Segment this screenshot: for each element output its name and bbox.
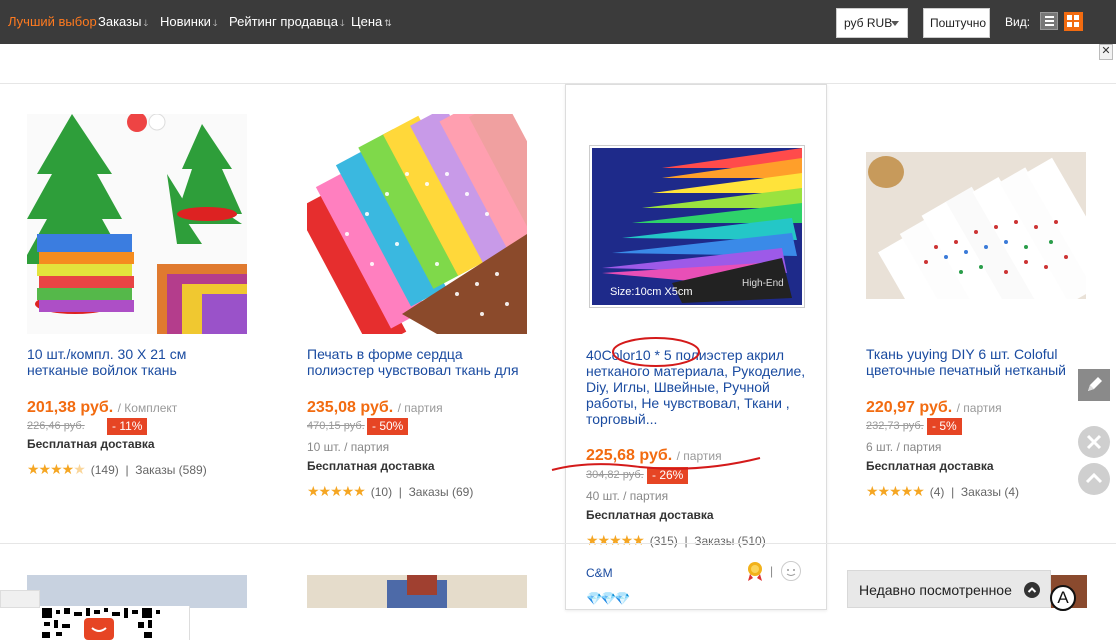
- price-value: 201,38 руб.: [27, 399, 114, 416]
- review-count[interactable]: (315): [650, 534, 678, 548]
- product-price: 235,08 руб. / партия: [307, 399, 443, 417]
- medal-icon: [746, 561, 764, 581]
- sort-orders[interactable]: Заказы 🡓: [98, 14, 148, 32]
- close-icon[interactable]: ✕: [1099, 44, 1113, 60]
- old-price: 232,73 руб.: [866, 420, 924, 432]
- rating: ★★★★★ (315) | Заказы (510): [586, 532, 766, 548]
- sort-bar: Лучший выбор Заказы 🡓 Новинки 🡓 Рейтинг пр…: [0, 0, 1116, 44]
- divider: [0, 543, 1116, 544]
- product-price: 220,97 руб. / партия: [866, 399, 1002, 417]
- scroll-top-button[interactable]: [1078, 463, 1110, 495]
- lot-size: 6 шт. / партия: [866, 440, 942, 454]
- chevron-up-icon: [1085, 472, 1103, 484]
- rating: ★★★★★ (4) | Заказы (4): [866, 483, 1019, 499]
- product-image[interactable]: [27, 575, 247, 608]
- recently-viewed-bar[interactable]: Недавно посмотренное: [847, 570, 1051, 608]
- pencil-icon: [1088, 377, 1102, 391]
- free-shipping: Бесплатная доставка: [27, 437, 155, 451]
- smiley-icon[interactable]: [781, 561, 801, 581]
- discount-badge: - 11%: [107, 418, 148, 435]
- circled-letter: A: [1050, 585, 1076, 611]
- image-brand: High-End: [742, 278, 784, 289]
- image-caption: Size:10cm X5cm: [610, 286, 693, 298]
- qr-code[interactable]: [40, 606, 190, 640]
- product-image[interactable]: [307, 114, 527, 334]
- sort-newest-label: Новинки: [160, 14, 211, 29]
- sort-newest[interactable]: Новинки 🡓: [160, 14, 218, 32]
- star-icon: ★★★★★: [586, 532, 645, 548]
- seller-name[interactable]: C&M: [586, 566, 613, 580]
- star-icon: ★★★★★: [866, 483, 925, 499]
- product-image[interactable]: [307, 575, 527, 608]
- caret-down-icon: [891, 21, 899, 26]
- free-shipping: Бесплатная доставка: [586, 508, 714, 522]
- feedback-button[interactable]: [1078, 369, 1110, 401]
- product-card[interactable]: 10 шт./компл. 30 X 21 см нетканые войлок…: [20, 84, 282, 544]
- recently-viewed-label: Недавно посмотренное: [859, 582, 1012, 598]
- per-piece-toggle[interactable]: Поштучно: [923, 8, 990, 38]
- old-price: 470,15 руб.: [307, 420, 365, 432]
- product-title[interactable]: Печать в форме сердца полиэстер чувствов…: [307, 346, 529, 378]
- chevron-up-icon[interactable]: [1024, 582, 1040, 598]
- app-promo-tab[interactable]: [0, 590, 40, 608]
- currency-value: руб RUB: [844, 16, 893, 30]
- discount-badge: - 50%: [367, 418, 409, 435]
- sort-price[interactable]: Цена ⇅: [351, 14, 392, 29]
- sort-seller-rating[interactable]: Рейтинг продавца 🡓: [229, 14, 345, 32]
- discount-badge: - 5%: [927, 418, 962, 435]
- sort-updown-icon: ⇅: [384, 18, 392, 28]
- close-icon[interactable]: [1078, 426, 1110, 458]
- sort-orders-label: Заказы: [98, 14, 142, 29]
- rating: ★★★★★ (10) | Заказы (69): [307, 483, 474, 499]
- sort-price-label: Цена: [351, 14, 383, 29]
- price-value: 235,08 руб.: [307, 399, 394, 416]
- product-image[interactable]: [866, 152, 1086, 299]
- product-title[interactable]: Ткань yuying DIY 6 шт. Coloful цветочные…: [866, 346, 1088, 378]
- sort-best-match[interactable]: Лучший выбор: [8, 14, 97, 29]
- lot-size: 10 шт. / партия: [307, 440, 390, 454]
- currency-select[interactable]: руб RUB: [836, 8, 908, 38]
- lot-size: 40 шт. / партия: [586, 489, 669, 503]
- separator: |: [770, 564, 774, 578]
- order-count[interactable]: Заказы (4): [961, 485, 1019, 499]
- order-count[interactable]: Заказы (589): [135, 463, 206, 477]
- arrow-down-icon: 🡓: [143, 18, 149, 28]
- review-count[interactable]: (149): [91, 463, 119, 477]
- annotation-marks: [551, 337, 761, 471]
- arrow-down-icon: 🡓: [212, 18, 218, 28]
- sort-seller-rating-label: Рейтинг продавца: [229, 14, 338, 29]
- review-count[interactable]: (10): [371, 485, 392, 499]
- product-card[interactable]: Печать в форме сердца полиэстер чувствов…: [300, 84, 562, 544]
- product-title[interactable]: 10 шт./компл. 30 X 21 см нетканые войлок…: [27, 346, 247, 378]
- rating: ★★★★★ (149) | Заказы (589): [27, 461, 207, 477]
- arrow-down-icon: 🡓: [339, 18, 345, 28]
- product-price: 201,38 руб. / Комплект: [27, 399, 177, 417]
- star-icon: ★★★★★: [307, 483, 366, 499]
- stars-full: ★★★★: [27, 461, 74, 477]
- order-count[interactable]: Заказы (510): [694, 534, 765, 548]
- grid-view-icon[interactable]: [1064, 12, 1083, 31]
- free-shipping: Бесплатная доставка: [866, 459, 994, 473]
- price-unit: / партия: [397, 401, 443, 415]
- review-count[interactable]: (4): [930, 485, 945, 499]
- star-icon: ★★★★★: [27, 461, 86, 477]
- list-view-icon[interactable]: [1040, 12, 1058, 30]
- view-label: Вид:: [1005, 15, 1031, 29]
- price-value: 220,97 руб.: [866, 399, 953, 416]
- free-shipping: Бесплатная доставка: [307, 459, 435, 473]
- product-image[interactable]: Size:10cm X5cm High-End: [589, 145, 805, 308]
- price-unit: / партия: [956, 401, 1002, 415]
- star-half-icon: ★: [73, 461, 86, 477]
- product-image[interactable]: [27, 114, 247, 334]
- old-price: 226,46 руб.: [27, 420, 85, 432]
- order-count[interactable]: Заказы (69): [409, 485, 474, 499]
- price-unit: / Комплект: [117, 401, 178, 415]
- diamond-icon: 💎💎💎: [586, 591, 631, 606]
